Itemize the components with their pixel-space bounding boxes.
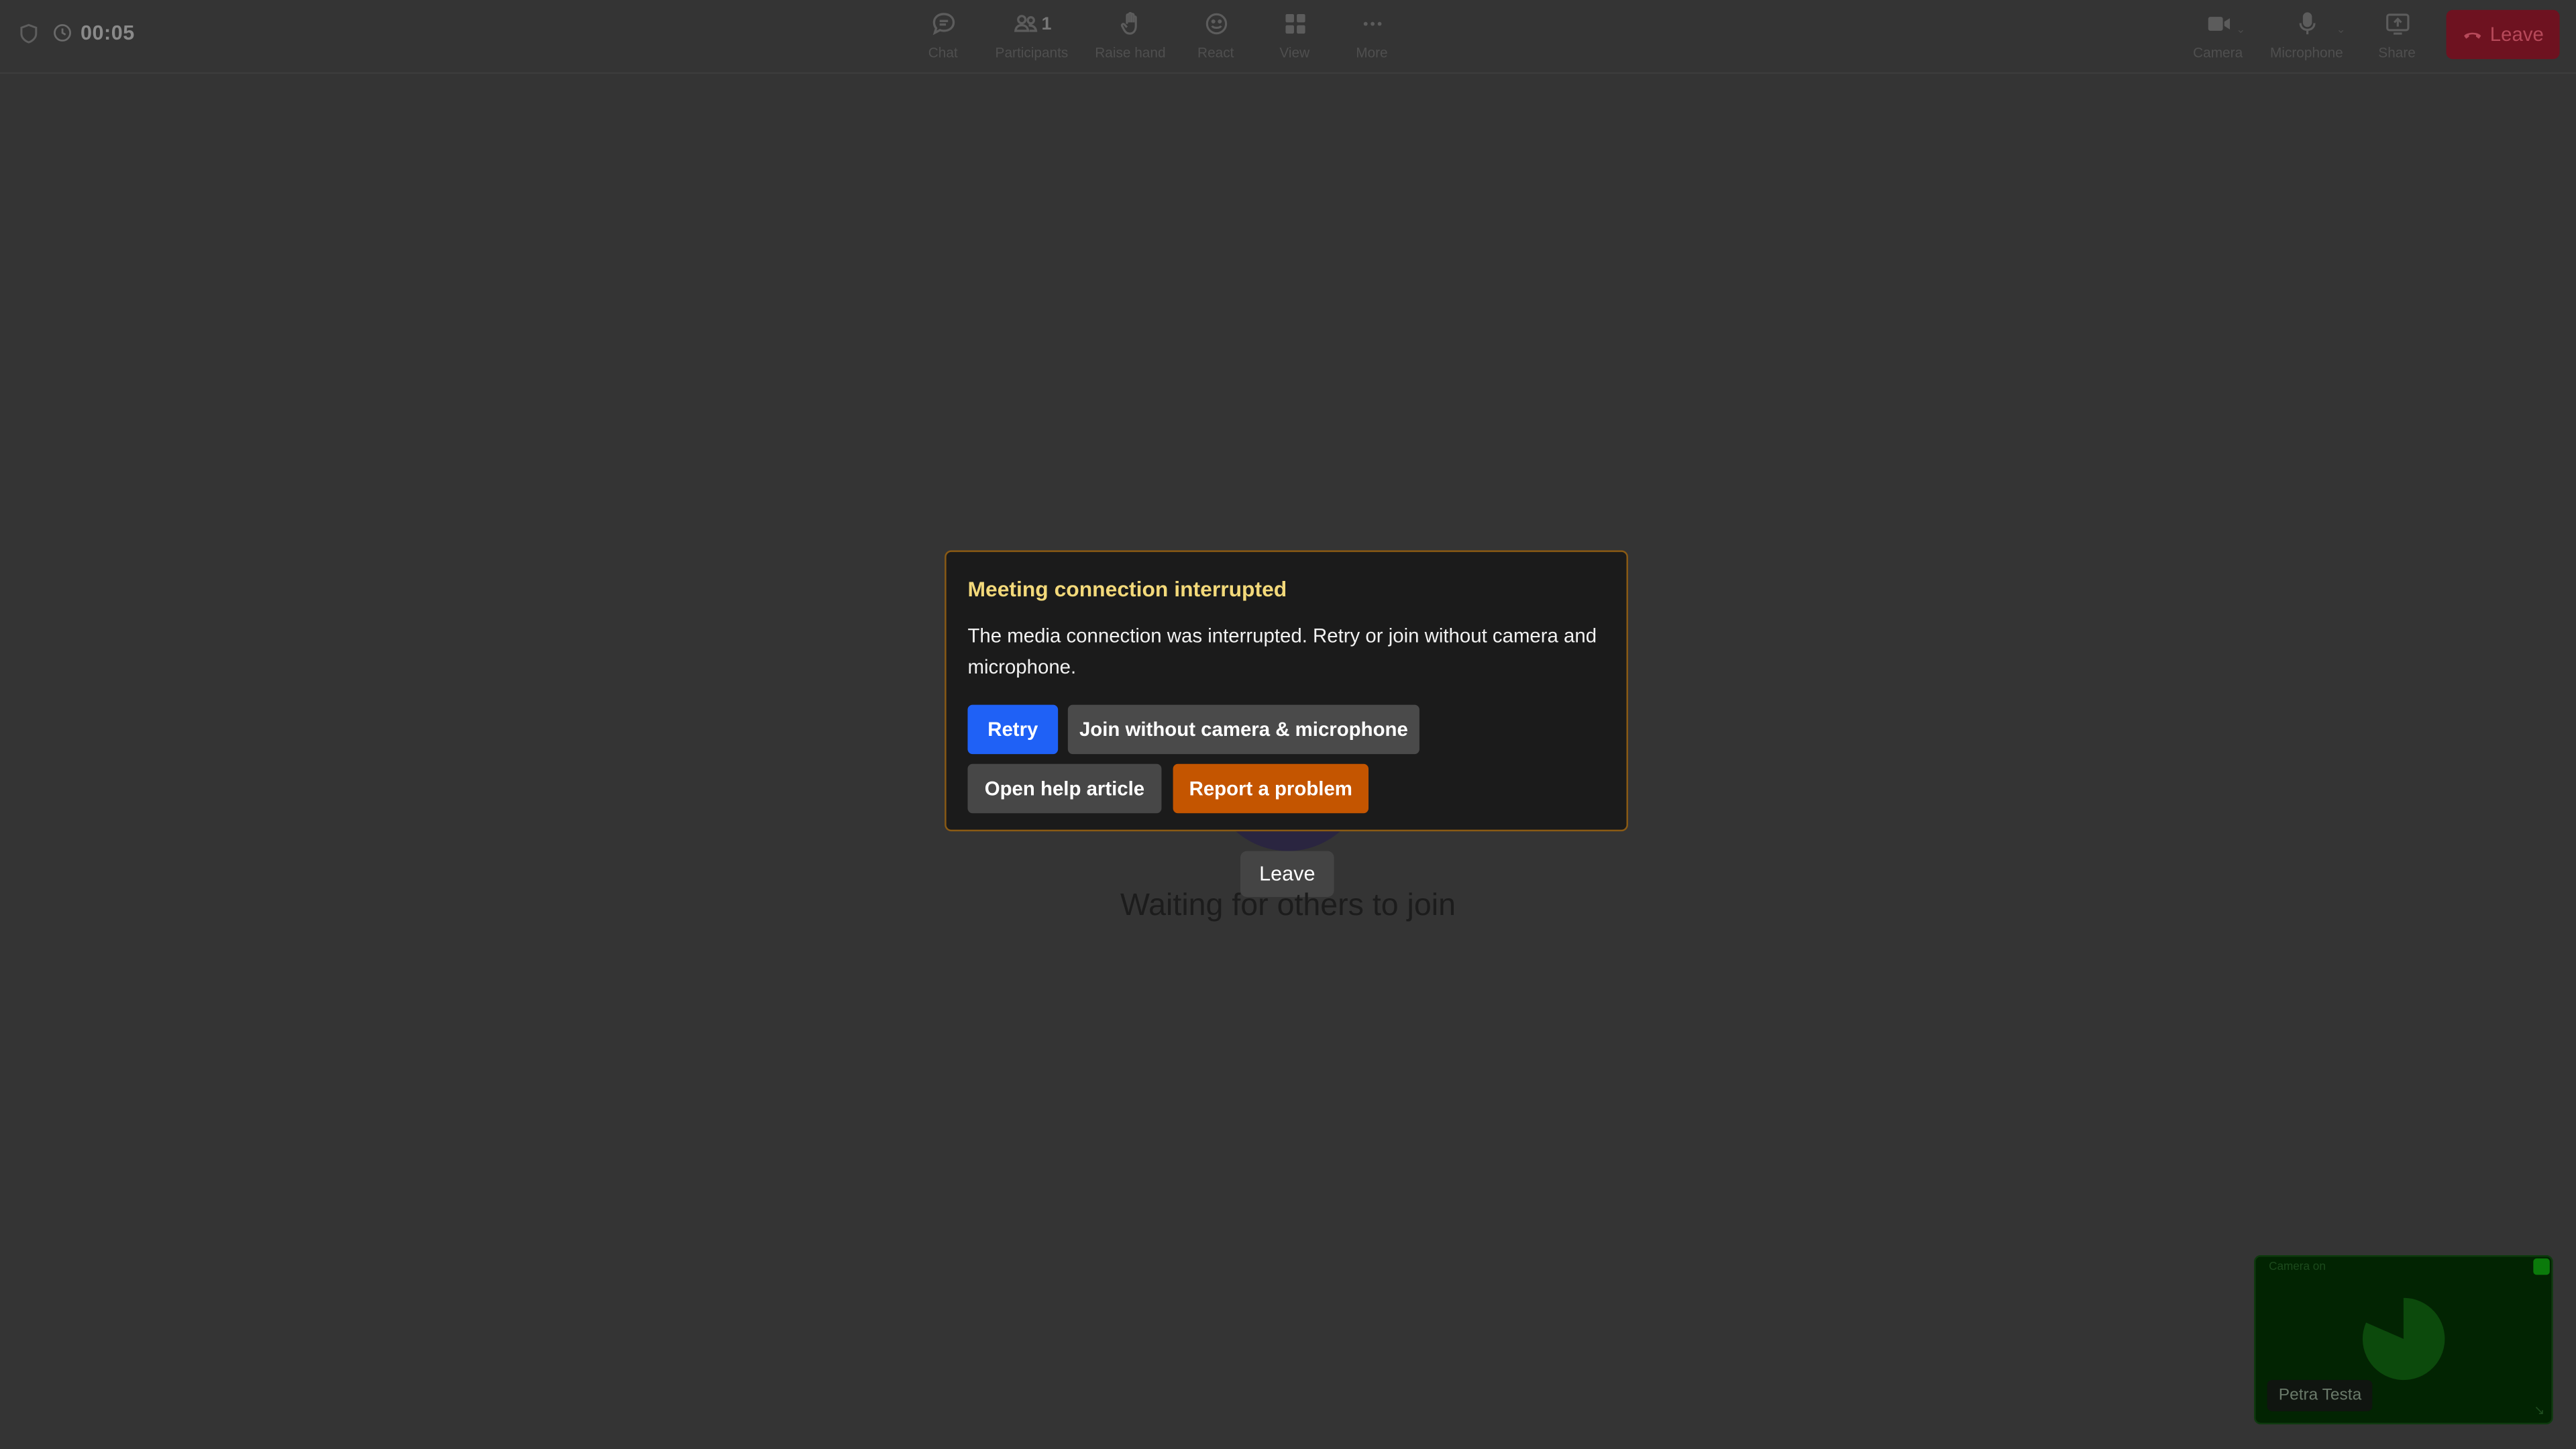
top-toolbar: 00:05 Chat 1 Participants Raise hand Rea… — [0, 0, 2576, 74]
connection-interrupted-dialog: Meeting connection interrupted The media… — [945, 550, 1628, 832]
leave-button[interactable]: Leave — [2446, 9, 2560, 60]
self-view-name: Petra Testa — [2267, 1380, 2373, 1411]
view-label: View — [1279, 44, 1310, 61]
people-icon — [1014, 15, 1038, 32]
hand-icon — [1120, 11, 1136, 35]
share-button[interactable]: Share — [2351, 10, 2443, 61]
self-view-status-tag: Camera on — [2269, 1261, 2326, 1273]
smiley-icon — [1205, 13, 1226, 35]
retry-button[interactable]: Retry — [967, 704, 1059, 755]
raise-hand-label: Raise hand — [1095, 44, 1166, 61]
self-view-tile[interactable]: Camera on Petra Testa ↘ — [2254, 1255, 2553, 1425]
shield-icon — [20, 23, 38, 43]
dialog-title: Meeting connection interrupted — [967, 576, 1287, 602]
meeting-status: 00:05 — [18, 21, 135, 44]
phone-hangup-icon — [2463, 32, 2481, 39]
chat-bubble-icon — [932, 13, 954, 36]
microphone-options-chevron-icon[interactable]: ⌄ — [2336, 23, 2345, 36]
microphone-label: Microphone — [2269, 44, 2343, 61]
more-button[interactable]: More — [1326, 10, 1417, 61]
self-view-avatar-icon — [2362, 1297, 2445, 1381]
ellipsis-icon — [1362, 21, 1381, 26]
chat-label: Chat — [928, 44, 958, 61]
camera-label: Camera — [2193, 44, 2243, 61]
participants-button[interactable]: 1 Participants — [985, 10, 1077, 61]
report-problem-button[interactable]: Report a problem — [1173, 763, 1369, 814]
grid-icon — [1285, 13, 1305, 34]
share-screen-icon — [2385, 13, 2409, 35]
open-help-article-button[interactable]: Open help article — [967, 763, 1162, 814]
clock-icon — [54, 24, 72, 42]
meeting-screen: 00:05 Chat 1 Participants Raise hand Rea… — [0, 0, 2576, 1449]
resize-handle-icon[interactable]: ↘ — [2534, 1403, 2544, 1417]
join-without-media-button[interactable]: Join without camera & microphone — [1067, 704, 1419, 755]
meeting-timer: 00:05 — [80, 21, 135, 45]
video-camera-icon — [2207, 17, 2229, 31]
share-label: Share — [2378, 44, 2416, 61]
raise-hand-button[interactable]: Raise hand — [1084, 10, 1176, 61]
leave-label: Leave — [2489, 23, 2544, 46]
participant-count: 1 — [1041, 13, 1052, 34]
waiting-message: Waiting for others to join — [1120, 888, 1456, 924]
chat-button[interactable]: Chat — [897, 10, 989, 61]
microphone-icon — [2298, 12, 2315, 35]
more-label: More — [1356, 44, 1388, 61]
camera-options-chevron-icon[interactable]: ⌄ — [2236, 23, 2245, 36]
react-label: React — [1197, 44, 1234, 61]
participants-label: Participants — [995, 44, 1069, 61]
self-view-indicator-icon — [2533, 1258, 2550, 1275]
camera-button[interactable]: Camera — [2172, 10, 2264, 61]
dialog-message: The media connection was interrupted. Re… — [967, 624, 1597, 679]
